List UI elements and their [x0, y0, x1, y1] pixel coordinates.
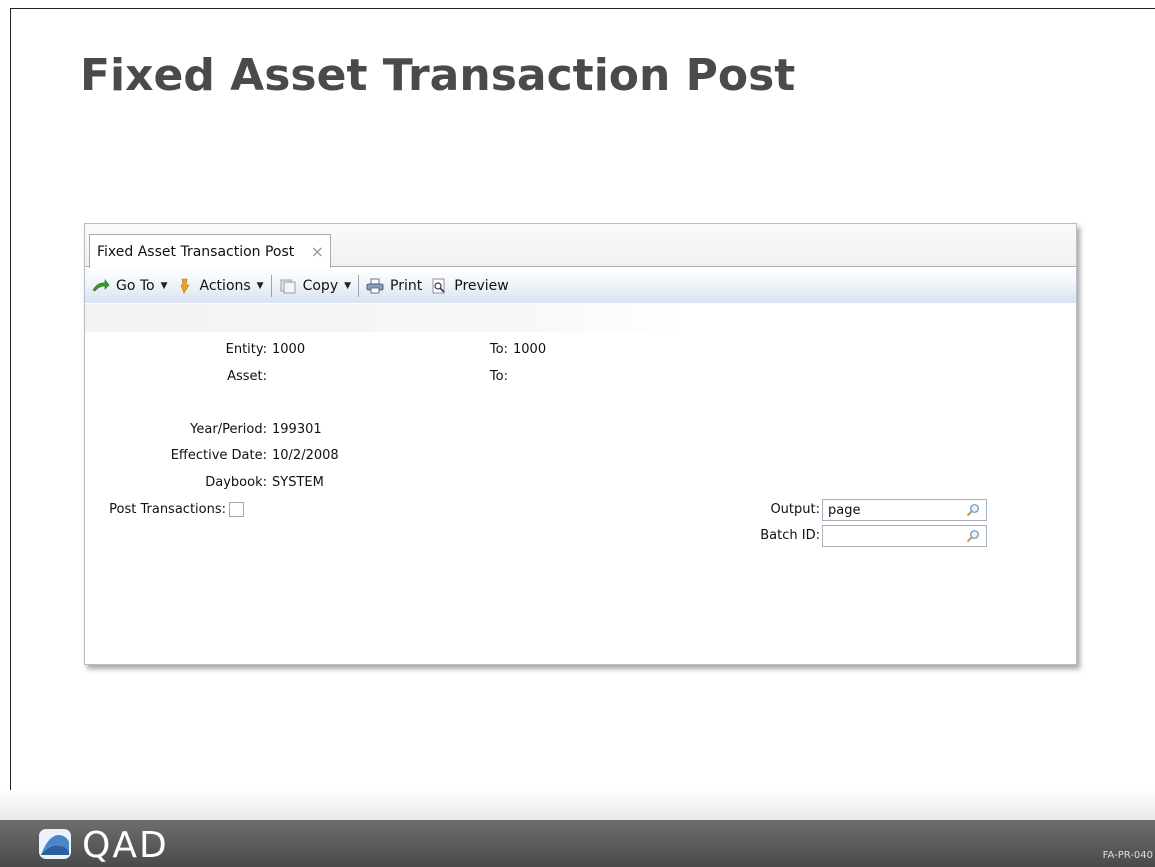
- effective-date-label: Effective Date:: [170, 448, 267, 463]
- year-period-field[interactable]: 199301: [272, 422, 322, 437]
- entity-label: Entity:: [225, 342, 267, 357]
- asset-label: Asset:: [227, 369, 267, 384]
- footer-fade: [0, 790, 1155, 820]
- copy-button[interactable]: Copy ▼: [275, 273, 355, 299]
- entity-to-field[interactable]: 1000: [513, 342, 546, 357]
- asset-field[interactable]: [272, 369, 392, 385]
- output-value: page: [828, 502, 861, 518]
- preview-label: Preview: [454, 277, 509, 294]
- tab-bar: Fixed Asset Transaction Post ×: [85, 224, 1076, 268]
- chevron-down-icon: ▼: [160, 280, 168, 291]
- app-window: Fixed Asset Transaction Post × Go To ▼ A…: [84, 223, 1077, 665]
- preview-button[interactable]: Preview: [426, 273, 513, 299]
- post-transactions-checkbox[interactable]: [229, 502, 244, 517]
- copy-icon: [279, 278, 297, 294]
- lookup-icon[interactable]: [966, 503, 980, 517]
- toolbar-separator: [358, 274, 360, 297]
- print-button[interactable]: Print: [362, 273, 426, 299]
- chevron-down-icon: ▼: [344, 280, 352, 291]
- output-field[interactable]: page: [822, 499, 987, 521]
- goto-arrow-icon: [92, 278, 110, 294]
- print-label: Print: [390, 277, 423, 294]
- lookup-icon[interactable]: [966, 529, 980, 543]
- asset-to-field[interactable]: [513, 369, 633, 385]
- footer: QAD FA-PR-040: [0, 820, 1155, 867]
- form-area: Entity: 1000 To: 1000 Asset: To: Year/Pe…: [85, 332, 1076, 662]
- effective-date-field[interactable]: 10/2/2008: [272, 448, 339, 463]
- goto-button[interactable]: Go To ▼: [88, 273, 172, 299]
- batch-id-field[interactable]: [822, 525, 987, 547]
- qad-logo-text: QAD: [82, 825, 169, 866]
- chevron-down-icon: ▼: [256, 280, 264, 291]
- slide: Fixed Asset Transaction Post Fixed Asset…: [0, 0, 1155, 867]
- tab-label: Fixed Asset Transaction Post: [97, 243, 295, 260]
- year-period-label: Year/Period:: [190, 422, 267, 437]
- entity-to-label: To:: [489, 342, 508, 357]
- output-label: Output:: [770, 502, 820, 517]
- slide-code: FA-PR-040: [1102, 850, 1153, 861]
- toolbar-separator: [270, 274, 272, 297]
- goto-label: Go To: [116, 277, 155, 294]
- printer-icon: [366, 278, 384, 294]
- actions-button[interactable]: Actions ▼: [172, 273, 268, 299]
- preview-icon: [430, 278, 448, 294]
- daybook-field[interactable]: SYSTEM: [272, 475, 324, 490]
- batch-id-label: Batch ID:: [760, 528, 820, 543]
- sub-bar: [85, 304, 685, 332]
- post-transactions-label: Post Transactions:: [109, 502, 226, 517]
- actions-pointer-icon: [176, 278, 194, 294]
- tab-fixed-asset-transaction-post[interactable]: Fixed Asset Transaction Post ×: [89, 234, 331, 268]
- daybook-label: Daybook:: [205, 475, 267, 490]
- entity-field[interactable]: 1000: [272, 342, 305, 357]
- actions-label: Actions: [199, 277, 251, 294]
- qad-logo-icon: [38, 828, 72, 864]
- slide-title: Fixed Asset Transaction Post: [80, 50, 796, 101]
- close-icon[interactable]: ×: [311, 242, 324, 261]
- copy-label: Copy: [302, 277, 339, 294]
- qad-logo: QAD: [38, 828, 169, 864]
- asset-to-label: To:: [489, 369, 508, 384]
- toolbar: Go To ▼ Actions ▼ Copy ▼ Print Preview: [85, 268, 1076, 303]
